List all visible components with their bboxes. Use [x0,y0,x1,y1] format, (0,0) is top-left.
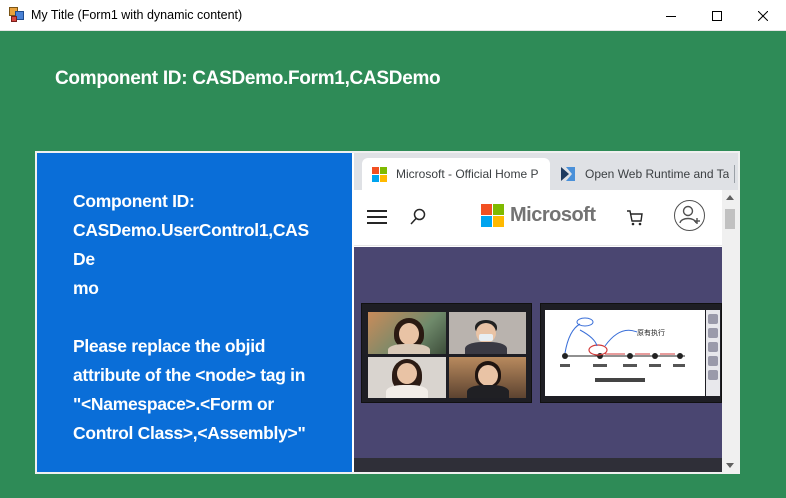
minimize-button[interactable] [648,0,694,31]
whiteboard-note: 原有执行 [637,328,665,337]
microsoft-logo-icon [481,204,504,227]
uc-id-value-line1: CASDemo.UserControl1,CASDe [73,220,309,269]
participant-tile [448,312,526,354]
site-hero-banner[interactable]: 原有执行 [354,247,722,458]
close-icon [758,10,768,21]
browser-tab-label: Microsoft - Official Home P [396,167,539,181]
uc-instruction-line2: attribute of the <node> tag in [73,365,306,385]
search-icon[interactable] [408,207,428,227]
scroll-up-arrow-icon[interactable] [722,190,738,204]
maximize-button[interactable] [694,0,740,31]
window-title: My Title (Form1 with dynamic content) [31,8,243,22]
microsoft-brand-link[interactable]: Microsoft [481,204,596,227]
microsoft-wordmark: Microsoft [510,204,596,226]
uc-instruction-line1: Please replace the objid [73,336,266,356]
scroll-down-arrow-icon[interactable] [722,458,738,472]
window-title-bar[interactable]: My Title (Form1 with dynamic content) [0,0,786,31]
user-control-text-panel: Component ID: CASDemo.UserControl1,CASDe… [37,153,352,472]
tab-separator [734,165,735,183]
user-control-description: Component ID: CASDemo.UserControl1,CASDe… [73,187,313,448]
participant-tile [368,356,446,398]
microsoft-logo-icon [372,166,387,182]
form-component-id-heading: Component ID: CASDemo.Form1,CASDemo [55,68,441,89]
account-icon[interactable] [674,200,705,231]
cart-icon[interactable] [626,209,644,227]
close-button[interactable] [740,0,786,31]
scrollbar-thumb[interactable] [725,209,735,229]
browser-vertical-scrollbar[interactable] [722,190,738,472]
site-section-divider [354,458,722,472]
participant-tile [368,312,446,354]
user-control-panel: Component ID: CASDemo.UserControl1,CASDe… [35,151,740,474]
maximize-icon [712,10,722,21]
browser-tab-open-web-runtime[interactable]: Open Web Runtime and Ta [550,158,736,190]
uc-id-value-line2: mo [73,278,99,298]
participant-tile [448,356,526,398]
site-header: Microsoft [354,190,722,246]
whiteboard-image: 原有执行 [540,303,722,403]
video-conference-image [361,303,532,403]
uc-instruction-line3: "<Namespace>.<Form or [73,394,274,414]
browser-tab-microsoft[interactable]: Microsoft - Official Home P [362,158,550,190]
browser-tab-label: Open Web Runtime and Ta [585,167,730,181]
embedded-browser[interactable]: Microsoft - Official Home P Open Web Run… [354,153,738,472]
uc-instruction-line4: Control Class>,<Assembly>" [73,423,306,443]
minimize-icon [666,15,676,17]
open-web-runtime-icon [561,167,575,181]
menu-icon[interactable] [367,210,387,224]
app-window-icon[interactable] [9,7,25,23]
uc-id-label: Component ID: [73,191,195,211]
browser-tab-strip: Microsoft - Official Home P Open Web Run… [354,153,738,190]
